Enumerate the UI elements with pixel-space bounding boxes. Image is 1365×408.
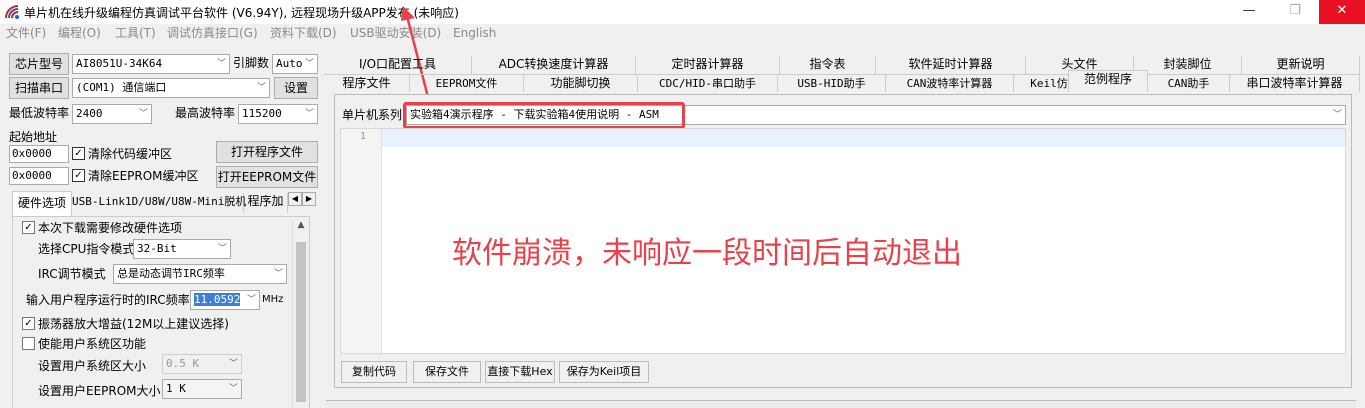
tab-instruction-table[interactable]: 指令表 <box>780 56 876 74</box>
osc-gain-checkbox[interactable]: ✓ <box>22 317 35 330</box>
tab-eeprom-file[interactable]: EEPROM文件 <box>410 74 524 92</box>
tab-hardware-options[interactable]: 硬件选项 <box>12 191 72 217</box>
min-baud-label: 最低波特率 <box>9 106 70 120</box>
menu-english[interactable]: English <box>453 24 496 44</box>
tab-can-assistant[interactable]: CAN助手 <box>1148 74 1230 92</box>
chip-model-button[interactable]: 芯片型号 <box>9 53 69 75</box>
eeprom-size-select[interactable]: 1 K ﹀ <box>162 379 242 399</box>
modify-hw-label: 本次下载需要修改硬件选项 <box>38 221 183 235</box>
tab-usb-link-offline[interactable]: USB-Link1D/U8W/U8W-Mini脱机 <box>72 193 246 213</box>
menu-program[interactable]: 编程(O) <box>58 24 101 44</box>
irc-freq-select[interactable]: 11.0592 ﹀ <box>190 290 260 310</box>
sys-size-label: 设置用户系统区大小 <box>38 359 147 373</box>
tab-serial-baud[interactable]: 串口波特率计算器 <box>1230 74 1360 92</box>
direct-download-hex-button[interactable]: 直接下载Hex <box>485 361 555 383</box>
start-address-label: 起始地址 <box>9 130 58 144</box>
menu-debug[interactable]: 调试仿真接口(G) <box>167 24 258 44</box>
tab-delay-calc[interactable]: 软件延时计算器 <box>876 56 1026 74</box>
menu-usb-driver[interactable]: USB驱动安装(D) <box>350 24 441 44</box>
menu-bar: 文件(F) 编程(O) 工具(T) 调试仿真接口(G) 资料下载(D) USB驱… <box>0 24 1365 44</box>
tab-program-encrypt[interactable]: 程序加 <box>244 193 288 213</box>
max-baud-select[interactable]: 115200 ﹀ <box>238 104 318 124</box>
maximize-button[interactable]: ❐ <box>1272 0 1318 24</box>
annotation-highlight-box <box>403 102 685 129</box>
pins-label: 引脚数 <box>233 56 270 70</box>
settings-button[interactable]: 设置 <box>274 77 318 99</box>
tab-package-pins[interactable]: 封装脚位 <box>1134 56 1242 74</box>
tool-tabs-row2: 程序文件 EEPROM文件 功能脚切换 CDC/HID-串口助手 USB-HID… <box>324 70 1365 92</box>
minimize-button[interactable]: — <box>1226 0 1272 24</box>
crash-annotation-text: 软件崩溃，未响应一段时间后自动退出 <box>452 236 962 271</box>
tab-pin-switch[interactable]: 功能脚切换 <box>524 74 638 92</box>
app-logo-icon <box>4 4 20 20</box>
editor-gutter <box>341 129 381 353</box>
modify-hw-checkbox[interactable]: ✓ <box>22 221 35 234</box>
irc-freq-label: 输入用户程序运行时的IRC频率 <box>26 293 190 307</box>
clear-eeprom-checkbox[interactable]: ✓ <box>72 169 85 182</box>
menu-tools[interactable]: 工具(T) <box>115 24 156 44</box>
tab-can-baud[interactable]: CAN波特率计算器 <box>886 74 1014 92</box>
port-select[interactable]: (COM1) 通信端口 ﹀ <box>72 78 270 98</box>
tab-usb-hid[interactable]: USB-HID助手 <box>778 74 886 92</box>
eeprom-size-label: 设置用户EEPROM大小 <box>38 384 161 398</box>
irc-freq-unit: MHz <box>262 294 284 305</box>
copy-code-button[interactable]: 复制代码 <box>341 361 407 383</box>
bottom-panel-edge <box>326 400 1356 408</box>
gutter-divider <box>381 129 382 353</box>
osc-gain-label: 振荡器放大增益(12M以上建议选择) <box>38 317 229 331</box>
hw-scrollbar[interactable]: ▲ <box>292 220 309 408</box>
clear-code-label: 清除代码缓冲区 <box>88 147 173 161</box>
current-line-highlight <box>382 129 1345 147</box>
save-file-button[interactable]: 保存文件 <box>413 361 481 383</box>
clear-code-checkbox[interactable]: ✓ <box>72 147 85 160</box>
tab-scroll-right[interactable]: ▶ <box>302 192 316 206</box>
user-sys-checkbox[interactable] <box>22 337 35 350</box>
irc-mode-label: IRC调节模式 <box>38 267 106 281</box>
save-keil-project-button[interactable]: 保存为Keil项目 <box>559 361 649 383</box>
tab-io-config[interactable]: I/O口配置工具 <box>324 56 472 74</box>
user-sys-label: 使能用户系统区功能 <box>38 337 147 351</box>
tab-adc-calc[interactable]: ADC转换速度计算器 <box>472 56 636 74</box>
scroll-thumb[interactable] <box>296 242 306 402</box>
clear-eeprom-label: 清除EEPROM缓冲区 <box>88 169 199 183</box>
menu-file[interactable]: 文件(F) <box>6 24 46 44</box>
tab-program-file[interactable]: 程序文件 <box>324 74 410 92</box>
eeprom-address-input[interactable]: 0x0000 <box>9 167 69 185</box>
pins-select[interactable]: Auto ﹀ <box>272 54 318 74</box>
window-title: 单片机在线升级编程仿真调试平台软件 (V6.94Y), 远程现场升级APP发布 … <box>24 6 459 20</box>
open-eeprom-button[interactable]: 打开EEPROM文件 <box>216 166 318 188</box>
line-number: 1 <box>360 131 367 142</box>
tab-example-programs[interactable]: 范例程序 <box>1068 70 1148 92</box>
sys-size-select[interactable]: 0.5 K ﹀ <box>162 354 242 374</box>
mcu-series-label: 单片机系列 <box>342 108 403 122</box>
open-program-button[interactable]: 打开程序文件 <box>216 141 318 163</box>
irc-mode-select[interactable]: 总是动态调节IRC频率 ﹀ <box>113 264 287 284</box>
scan-port-button[interactable]: 扫描串口 <box>9 77 69 99</box>
chip-model-select[interactable]: AI8051U-34K64 ﹀ <box>72 54 230 74</box>
cpu-mode-select[interactable]: 32-Bit ﹀ <box>133 239 231 259</box>
tab-timer-calc[interactable]: 定时器计算器 <box>636 56 780 74</box>
code-address-input[interactable]: 0x0000 <box>9 145 69 163</box>
max-baud-label: 最高波特率 <box>175 106 236 120</box>
tab-scroll-left[interactable]: ◀ <box>288 192 302 206</box>
scroll-up-icon[interactable]: ▲ <box>293 220 309 230</box>
tab-cdc-hid-serial[interactable]: CDC/HID-串口助手 <box>638 74 778 92</box>
cpu-mode-label: 选择CPU指令模式 <box>38 242 135 256</box>
min-baud-select[interactable]: 2400 ﹀ <box>72 104 152 124</box>
menu-download[interactable]: 资料下载(D) <box>270 24 337 44</box>
tab-release-notes[interactable]: 更新说明 <box>1242 56 1360 74</box>
close-button[interactable]: ✕ <box>1319 0 1365 24</box>
